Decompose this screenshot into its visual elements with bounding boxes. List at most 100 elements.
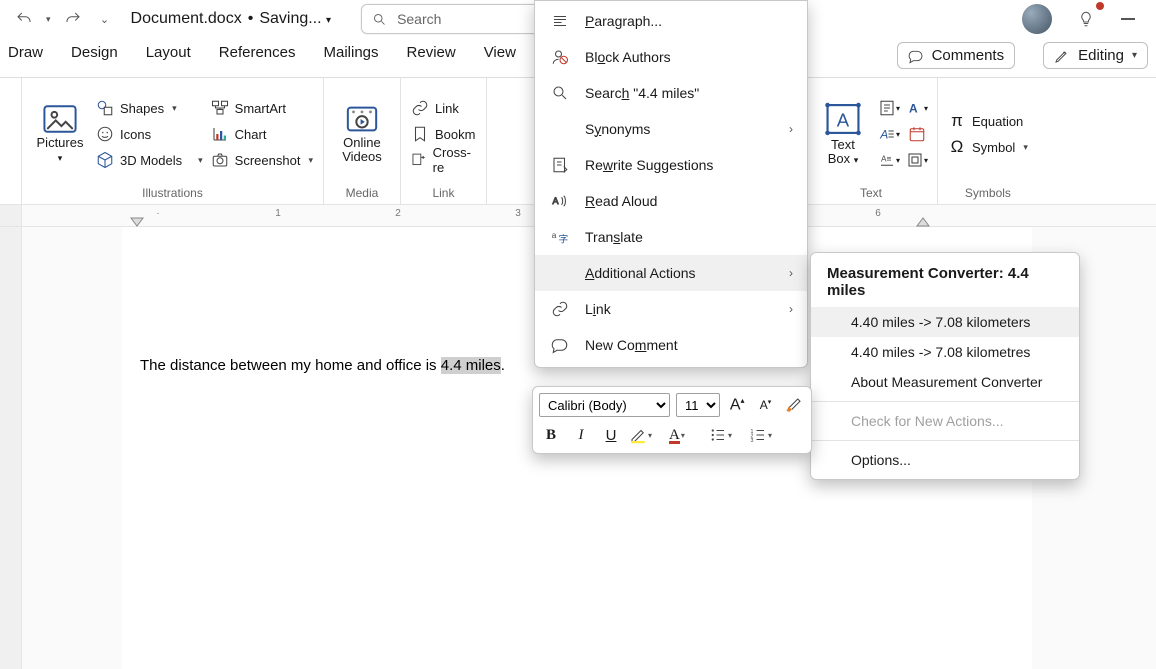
svg-text:A: A xyxy=(879,128,888,142)
date-time-button[interactable] xyxy=(905,122,929,146)
rewrite-icon xyxy=(549,156,571,174)
shapes-icon xyxy=(96,99,114,117)
symbol-button[interactable]: Ω Symbol▾ xyxy=(946,135,1030,159)
window-minimize-button[interactable] xyxy=(1108,18,1148,20)
picture-icon xyxy=(43,104,77,134)
submenu-km-uk[interactable]: 4.40 miles -> 7.08 kilometres xyxy=(811,337,1079,367)
menu-block-authors[interactable]: Block Authors xyxy=(535,39,807,75)
object-button[interactable]: ▾ xyxy=(905,148,929,172)
group-links: Link Bookm Cross-re Link xyxy=(401,78,487,204)
submenu-options[interactable]: Options... xyxy=(811,445,1079,475)
tab-layout[interactable]: Layout xyxy=(146,42,191,69)
highlight-button[interactable]: ▾ xyxy=(629,423,663,447)
block-authors-icon xyxy=(549,48,571,66)
context-menu: Paragraph... Block Authors Search "4.4 m… xyxy=(534,0,808,368)
pi-icon: π xyxy=(948,111,966,131)
bold-button[interactable]: B xyxy=(539,423,563,447)
group-label-symbols: Symbols xyxy=(946,186,1030,202)
group-text: A Text Box ▾ ▾ A▾ A▾ A≡▾ ▾ Text xyxy=(805,78,938,204)
menu-paragraph[interactable]: Paragraph... xyxy=(535,3,807,39)
underline-button[interactable]: U xyxy=(599,423,623,447)
equation-button[interactable]: π Equation xyxy=(946,109,1030,133)
menu-link[interactable]: Link › xyxy=(535,291,807,327)
font-family-select[interactable]: Calibri (Body) xyxy=(539,393,670,417)
link-button[interactable]: Link xyxy=(409,96,478,120)
dropcap-button[interactable]: A▾ xyxy=(877,122,901,146)
redo-button[interactable] xyxy=(57,4,89,34)
signature-icon: A≡ xyxy=(878,151,896,169)
font-size-select[interactable]: 11 xyxy=(676,393,720,417)
svg-text:A≡: A≡ xyxy=(881,155,892,164)
3d-models-button[interactable]: 3D Models▾ xyxy=(94,148,205,172)
editing-mode-button[interactable]: Editing ▾ xyxy=(1043,42,1148,69)
search-icon xyxy=(549,84,571,102)
screenshot-button[interactable]: Screenshot▾ xyxy=(209,148,315,172)
left-indent-marker[interactable] xyxy=(130,217,144,227)
wordart-button[interactable]: A▾ xyxy=(905,96,929,120)
menu-synonyms[interactable]: Synonyms › xyxy=(535,111,807,147)
group-symbols: π Equation Ω Symbol▾ Symbols xyxy=(938,78,1038,204)
bullets-icon xyxy=(709,426,727,444)
signature-button[interactable]: A≡▾ xyxy=(877,148,901,172)
tab-references[interactable]: References xyxy=(219,42,296,69)
undo-button[interactable] xyxy=(8,4,40,34)
right-indent-marker[interactable] xyxy=(916,217,930,227)
online-videos-button[interactable]: Online Videos xyxy=(332,82,392,186)
submenu-about[interactable]: About Measurement Converter xyxy=(811,367,1079,397)
editing-label: Editing xyxy=(1078,47,1124,64)
tab-draw[interactable]: Draw xyxy=(8,42,43,69)
grow-font-button[interactable]: A▴ xyxy=(726,393,748,417)
dropcap-icon: A xyxy=(878,125,896,143)
text-before: The distance between my home and office … xyxy=(140,357,441,374)
quick-parts-button[interactable]: ▾ xyxy=(877,96,901,120)
smartart-button[interactable]: SmartArt xyxy=(209,96,315,120)
group-label-illustrations: Illustrations xyxy=(30,186,315,202)
menu-rewrite[interactable]: Rewrite Suggestions xyxy=(535,147,807,183)
chart-button[interactable]: Chart xyxy=(209,122,315,146)
menu-read-aloud[interactable]: A Read Aloud xyxy=(535,183,807,219)
search-placeholder: Search xyxy=(397,11,441,27)
submenu-km-us[interactable]: 4.40 miles -> 7.08 kilometers xyxy=(811,307,1079,337)
bookmark-button[interactable]: Bookm xyxy=(409,122,478,146)
mini-toolbar: Calibri (Body) 11 A▴ A▾ B I U ▾ A▾ ▾ 123… xyxy=(532,386,812,454)
font-color-button[interactable]: A▾ xyxy=(669,423,703,447)
smartart-icon xyxy=(211,99,229,117)
tab-review[interactable]: Review xyxy=(407,42,456,69)
link-icon xyxy=(411,99,429,117)
group-label-text: Text xyxy=(813,186,929,202)
chevron-right-icon: › xyxy=(789,266,793,280)
submenu-header: Measurement Converter: 4.4 miles xyxy=(811,257,1079,307)
tab-view[interactable]: View xyxy=(484,42,516,69)
pictures-button[interactable]: Pictures▾ xyxy=(30,82,90,186)
text-box-button[interactable]: A Text Box ▾ xyxy=(813,82,873,186)
search-icon xyxy=(372,12,387,27)
comments-button[interactable]: Comments xyxy=(897,42,1016,69)
italic-button[interactable]: I xyxy=(569,423,593,447)
menu-additional-actions[interactable]: Additional Actions › xyxy=(535,255,807,291)
quickparts-icon xyxy=(878,99,896,117)
notification-dot-icon xyxy=(1096,2,1104,10)
separator xyxy=(811,401,1079,402)
icons-button[interactable]: Icons xyxy=(94,122,205,146)
undo-caret-icon[interactable]: ▾ xyxy=(46,14,51,25)
svg-text:A: A xyxy=(909,102,918,116)
menu-translate[interactable]: a字 Translate xyxy=(535,219,807,255)
chevron-down-icon: ▾ xyxy=(1132,50,1137,61)
menu-search-selection[interactable]: Search "4.4 miles" xyxy=(535,75,807,111)
qat-customize-button[interactable]: ⌄ xyxy=(95,4,115,34)
comment-icon xyxy=(549,336,571,354)
calendar-icon xyxy=(908,125,926,143)
avatar[interactable] xyxy=(1022,4,1052,34)
shrink-font-button[interactable]: A▾ xyxy=(754,393,776,417)
coming-soon-button[interactable] xyxy=(1070,4,1102,34)
crossref-button[interactable]: Cross-re xyxy=(409,148,478,172)
submenu-check-new: Check for New Actions... xyxy=(811,406,1079,436)
menu-new-comment[interactable]: New Comment xyxy=(535,327,807,363)
tab-design[interactable]: Design xyxy=(71,42,118,69)
shrink-font-icon: A▾ xyxy=(760,398,772,412)
numbering-button[interactable]: 123▾ xyxy=(749,423,783,447)
format-painter-button[interactable] xyxy=(783,393,805,417)
tab-mailings[interactable]: Mailings xyxy=(323,42,378,69)
bullets-button[interactable]: ▾ xyxy=(709,423,743,447)
shapes-button[interactable]: Shapes▾ xyxy=(94,96,205,120)
